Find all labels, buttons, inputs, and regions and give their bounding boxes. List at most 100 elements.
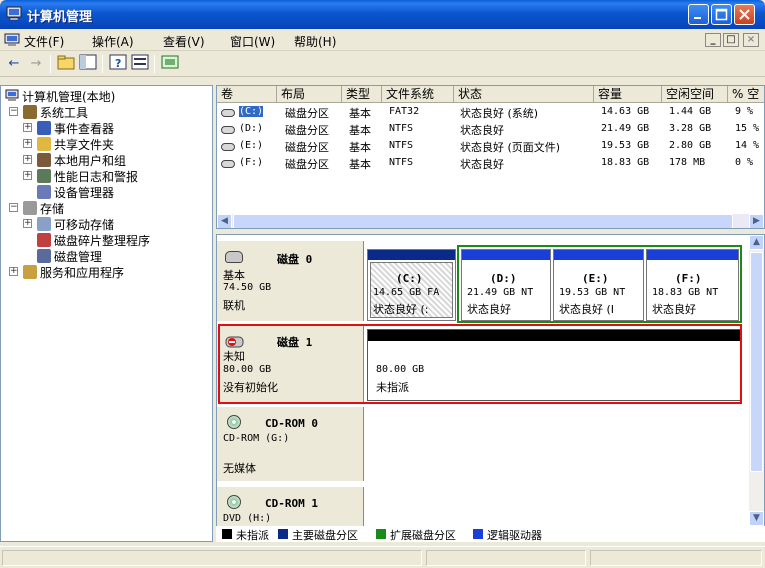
column-header-volume[interactable]: 卷 [217,86,277,103]
help-icon[interactable]: ? [108,54,128,73]
partition-c[interactable]: (C:) 14.65 GB FA 状态良好 (: [367,249,456,321]
legend-label: 未指派 [236,529,269,542]
expand-icon[interactable]: + [23,155,32,164]
horizontal-scrollbar[interactable]: ◀ ▶ [217,214,764,228]
free-space-cell: 3.28 GB [669,123,712,134]
menu-help[interactable]: 帮助(H) [294,33,336,50]
partition-d[interactable]: (D:) 21.49 GB NT 状态良好 [461,249,551,321]
percent-free-cell: 0 % [735,157,754,168]
table-row[interactable]: (E:) 磁盘分区 基本 NTFS 状态良好 (页面文件) 19.53 GB 2… [217,139,764,156]
computer-icon[interactable] [4,33,20,47]
scroll-right-icon[interactable]: ▶ [749,214,764,228]
cdrom-1-info[interactable]: CD-ROM 1 DVD (H:) [217,487,364,527]
partition-status: 状态良好 (I [559,303,615,316]
toolbar: ← → ? [0,51,765,77]
window-title: 计算机管理 [27,10,93,25]
status-cell: 状态良好 [460,124,504,137]
computer-management-icon [6,6,22,21]
defrag-icon [37,233,51,247]
cdrom-name: CD-ROM 0 [265,417,318,430]
expand-icon[interactable]: + [23,219,32,228]
scrollbar-thumb[interactable] [233,214,733,228]
expand-icon[interactable]: + [9,267,18,276]
table-row[interactable]: (D:) 磁盘分区 基本 NTFS 状态良好 21.49 GB 3.28 GB … [217,122,764,139]
show-tree-icon[interactable] [78,54,98,73]
minimize-button[interactable] [688,4,709,25]
status-cell: 状态良好 [460,158,504,171]
cdrom-name: CD-ROM 1 [265,497,318,510]
disk-tool-icon[interactable] [160,54,180,73]
volume-name: (E:) [239,140,264,151]
column-header-layout[interactable]: 布局 [277,86,342,103]
back-arrow-icon[interactable]: ← [4,54,24,73]
column-header-filesystem[interactable]: 文件系统 [382,86,454,103]
forward-arrow-icon[interactable]: → [26,54,46,73]
layout-cell: 磁盘分区 [285,158,329,171]
vertical-scrollbar[interactable]: ▲ ▼ [749,235,764,541]
cdrom-type: CD-ROM (G:) [223,433,290,444]
volume-icon [221,109,235,117]
up-folder-icon[interactable] [56,54,76,73]
capacity-cell: 18.83 GB [601,157,650,168]
scroll-down-icon[interactable]: ▼ [749,511,764,526]
question-icon: ? [109,54,127,70]
type-cell: 基本 [349,124,371,137]
status-pane [590,550,762,566]
filesystem-cell: NTFS [389,140,414,151]
mdi-minimize-button[interactable]: _ [705,33,721,47]
partition-size: 18.83 GB NT [652,287,719,298]
scroll-up-icon[interactable]: ▲ [749,235,764,250]
maximize-button[interactable] [711,4,732,25]
volume-icon [221,143,235,151]
cdrom-0-info[interactable]: CD-ROM 0 CD-ROM (G:) 无媒体 [217,407,364,481]
cd-drive-icon [227,415,241,429]
menu-view[interactable]: 查看(V) [163,33,205,50]
partition-f[interactable]: (F:) 18.83 GB NT 状态良好 [646,249,739,321]
volume-icon [221,160,235,168]
type-cell: 基本 [349,107,371,120]
collapse-icon[interactable]: − [9,203,18,212]
removable-storage-icon [37,217,51,231]
menu-file[interactable]: 文件(F) [24,33,64,50]
performance-icon [37,169,51,183]
expand-icon[interactable]: + [23,171,32,180]
close-icon [739,9,750,20]
expand-icon[interactable]: + [23,139,32,148]
free-space-cell: 2.80 GB [669,140,712,151]
table-row[interactable]: (C:) 磁盘分区 基本 FAT32 状态良好 (系统) 14.63 GB 1.… [217,105,764,122]
mdi-close-button[interactable]: × [743,33,759,47]
column-header-type[interactable]: 类型 [342,86,382,103]
partition-size: 19.53 GB NT [559,287,626,298]
status-bar [0,546,765,568]
layout-cell: 磁盘分区 [285,124,329,137]
partition-size: 21.49 GB NT [467,287,534,298]
mdi-restore-button[interactable]: □ [723,33,739,47]
status-cell: 状态良好 (系统) [460,107,539,120]
column-header-status[interactable]: 状态 [454,86,594,103]
tools-icon [23,105,37,119]
capacity-cell: 14.63 GB [601,106,650,117]
table-row[interactable]: (F:) 磁盘分区 基本 NTFS 状态良好 18.83 GB 178 MB 0… [217,156,764,173]
percent-free-cell: 14 % [735,140,760,151]
filesystem-cell: NTFS [389,157,414,168]
collapse-icon[interactable]: − [9,107,18,116]
partition-e[interactable]: (E:) 19.53 GB NT 状态良好 (I [553,249,644,321]
computer-icon [5,89,19,101]
menu-window[interactable]: 窗口(W) [230,33,275,50]
column-header-free-space[interactable]: 空闲空间 [662,86,728,103]
filesystem-cell: NTFS [389,123,414,134]
menu-bar: 文件(F) 操作(A) 查看(V) 窗口(W) 帮助(H) _ □ × [0,29,765,51]
close-button[interactable] [734,4,755,25]
expand-icon[interactable]: + [23,123,32,132]
disk-0-info[interactable]: 磁盘 0 基本 74.50 GB 联机 [217,241,364,321]
scroll-left-icon[interactable]: ◀ [217,214,232,228]
menu-action[interactable]: 操作(A) [92,33,134,50]
console-tree: 计算机管理(本地) − 系统工具 + 事件查看器 + 共享文件夹 + 本地用户和… [0,85,213,542]
column-header-percent-free[interactable]: % 空 [728,86,764,103]
disk-state: 联机 [223,299,245,312]
column-header-capacity[interactable]: 容量 [594,86,662,103]
properties-icon[interactable] [130,54,150,73]
scrollbar-thumb[interactable] [750,252,763,472]
storage-icon [23,201,37,215]
layout-cell: 磁盘分区 [285,141,329,154]
